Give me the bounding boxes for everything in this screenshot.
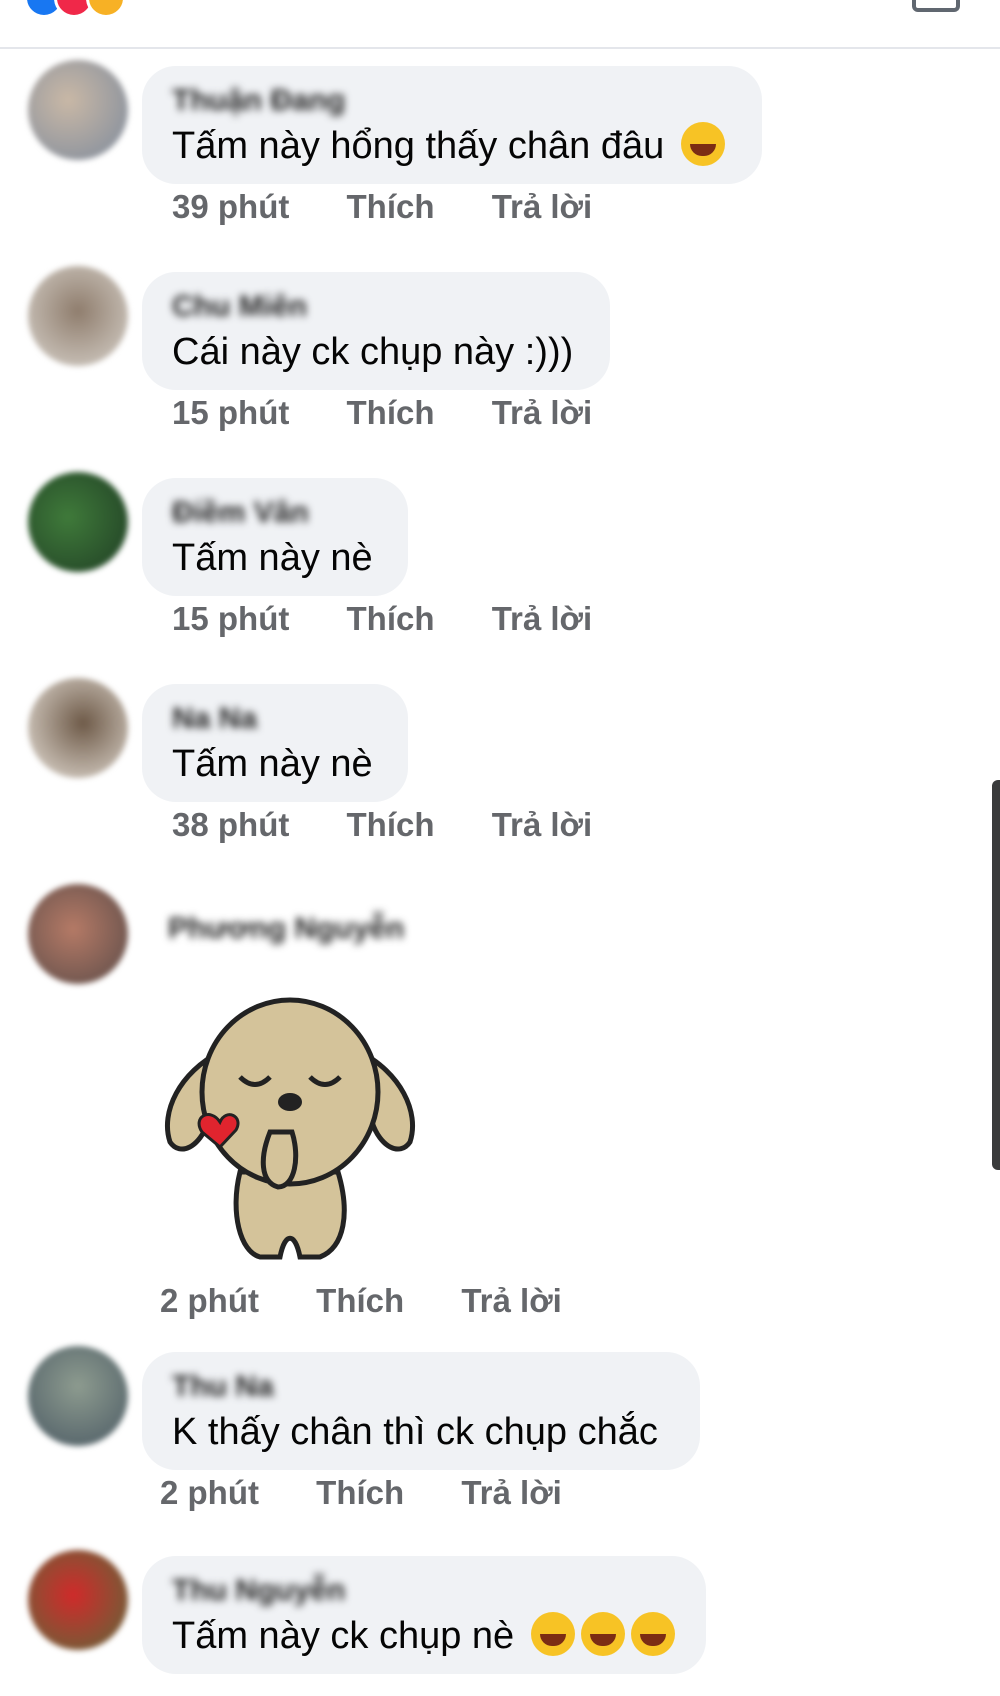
comment-time: 39 phút [172, 188, 290, 225]
reply-button[interactable]: Trả lời [492, 600, 593, 638]
avatar[interactable] [28, 472, 128, 572]
comment-time: 38 phút [172, 806, 290, 843]
comment-bubble: Thu Na K thấy chân thì ck chụp chắc [142, 1352, 700, 1470]
reply-button[interactable]: Trả lời [492, 188, 593, 226]
like-button[interactable]: Thích [347, 188, 435, 226]
commenter-name[interactable]: Chu Miên [172, 290, 578, 324]
comment-bubble: Na Na Tấm này nè [142, 684, 408, 802]
comment-time: 15 phút [172, 394, 290, 431]
comment-time: 2 phút [160, 1474, 259, 1511]
comment-bubble: Chu Miên Cái này ck chụp này :))) [142, 272, 610, 390]
avatar[interactable] [28, 884, 128, 984]
comment-actions: 15 phút Thích Trả lời [172, 394, 640, 432]
laughing-tears-emoji-icon [680, 122, 725, 166]
avatar[interactable] [28, 60, 128, 160]
tears-of-joy-emoji-icon [630, 1612, 675, 1656]
dog-blowing-kiss-sticker-icon[interactable] [160, 982, 420, 1272]
commenter-name[interactable]: Na Na [172, 702, 376, 736]
comment-text: K thấy chân thì ck chụp chắc [172, 1411, 658, 1453]
comment-time: 2 phút [160, 1282, 259, 1319]
comment-bubble: Thuận Đang Tấm này hổng thấy chân đâu [142, 66, 762, 184]
tears-of-joy-emoji-icon [530, 1612, 575, 1656]
comment-actions: 15 phút Thích Trả lời [172, 600, 640, 638]
comment-text: Tấm này hổng thấy chân đâu [172, 122, 730, 170]
comment-text: Cái này ck chụp này :))) [172, 331, 574, 373]
avatar[interactable] [28, 1346, 128, 1446]
scrollbar[interactable] [992, 780, 1000, 1170]
comment-actions: 39 phút Thích Trả lời [172, 188, 640, 226]
commenter-name[interactable]: Thuận Đang [172, 84, 730, 118]
tears-of-joy-emoji-icon [580, 1612, 625, 1656]
comment-text: Tấm này nè [172, 743, 373, 785]
commenter-name[interactable]: Thu Nguyễn [172, 1574, 674, 1608]
share-icon[interactable] [912, 0, 960, 12]
comment-actions: 2 phút Thích Trả lời [160, 1474, 610, 1512]
comment-actions: 2 phút Thích Trả lời [160, 1282, 610, 1320]
like-button[interactable]: Thích [347, 806, 435, 844]
top-bar [0, 0, 1000, 49]
avatar[interactable] [28, 678, 128, 778]
like-button[interactable]: Thích [316, 1474, 404, 1512]
like-button[interactable]: Thích [347, 394, 435, 432]
commenter-name[interactable]: Phương Nguyễn [168, 912, 404, 946]
commenter-name[interactable]: Thu Na [172, 1370, 668, 1404]
reply-button[interactable]: Trả lời [461, 1474, 562, 1512]
comment-bubble: Điềm Vân Tấm này nè [142, 478, 408, 596]
reply-button[interactable]: Trả lời [461, 1282, 562, 1320]
avatar[interactable] [28, 1550, 128, 1650]
haha-reaction-icon [86, 0, 126, 18]
comment-time: 15 phút [172, 600, 290, 637]
like-button[interactable]: Thích [347, 600, 435, 638]
avatar[interactable] [28, 266, 128, 366]
comment-text: Tấm này nè [172, 537, 373, 579]
reply-button[interactable]: Trả lời [492, 806, 593, 844]
commenter-name[interactable]: Điềm Vân [172, 496, 376, 530]
comment-actions: 38 phút Thích Trả lời [172, 806, 640, 844]
comment-text: Tấm này ck chụp nè [172, 1612, 675, 1660]
reply-button[interactable]: Trả lời [492, 394, 593, 432]
comment-bubble: Thu Nguyễn Tấm này ck chụp nè [142, 1556, 706, 1674]
like-button[interactable]: Thích [316, 1282, 404, 1320]
